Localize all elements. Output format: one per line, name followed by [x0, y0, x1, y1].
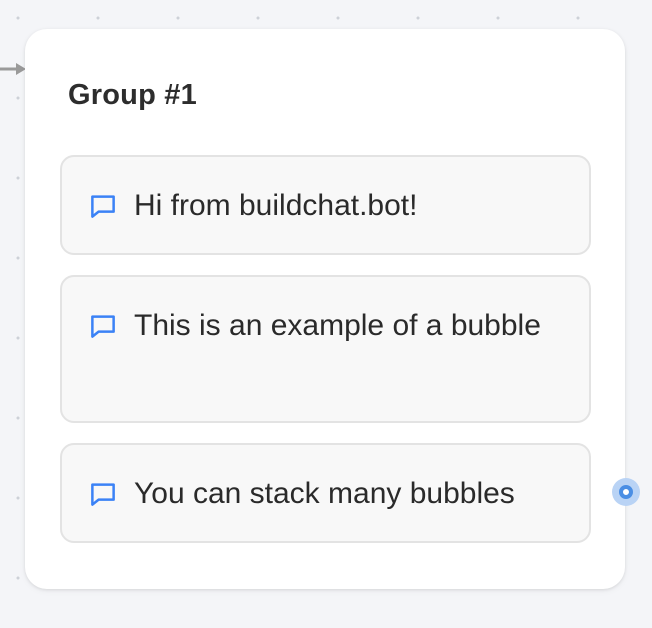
bubble-text: This is an example of a bubble: [134, 309, 541, 342]
bubble-text: Hi from buildchat.bot!: [134, 189, 418, 222]
text-bubble-block[interactable]: Hi from buildchat.bot!: [60, 155, 591, 255]
chat-bubble-icon: [91, 195, 115, 218]
group-title[interactable]: Group #1: [68, 79, 197, 112]
chat-bubble-icon: [91, 315, 115, 338]
chat-bubble-icon: [91, 483, 115, 506]
bubble-text: You can stack many bubbles: [134, 477, 515, 510]
output-handle-icon[interactable]: [612, 478, 640, 506]
text-bubble-block[interactable]: You can stack many bubbles: [60, 443, 591, 543]
text-bubble-block[interactable]: This is an example of a bubble: [60, 275, 591, 423]
group-card[interactable]: Group #1 Hi from buildchat.bot! This is …: [25, 29, 625, 589]
incoming-edge-arrow-icon: [0, 63, 26, 75]
output-handle-dot: [619, 485, 633, 499]
